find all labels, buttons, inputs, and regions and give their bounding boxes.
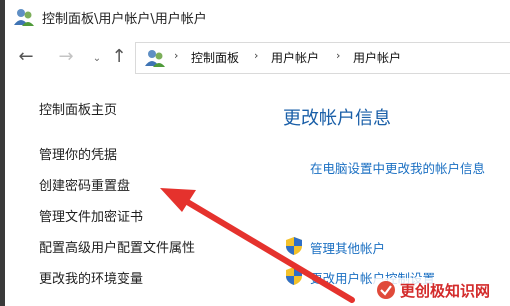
breadcrumb-user-accounts-current[interactable]: 用户帐户 xyxy=(353,49,401,66)
users-icon xyxy=(145,50,165,67)
breadcrumb-separator-icon[interactable]: › xyxy=(174,49,178,62)
page-title: 更改帐户信息 xyxy=(283,108,391,129)
users-icon xyxy=(14,9,34,26)
uac-shield-icon xyxy=(286,237,302,255)
watermark-text: 更创极知识网 xyxy=(400,282,491,300)
sidebar-item-manage-credentials[interactable]: 管理你的凭据 xyxy=(39,144,117,163)
breadcrumb-control-panel[interactable]: 控制面板 xyxy=(191,49,239,66)
up-arrow-icon[interactable]: ↑ xyxy=(108,46,130,68)
window-title: 控制面板\用户帐户\用户帐户 xyxy=(42,12,207,27)
forward-arrow-icon[interactable]: → xyxy=(55,46,77,68)
chevron-down-icon[interactable]: ⌄ xyxy=(86,48,108,70)
breadcrumb-separator-icon[interactable]: › xyxy=(254,49,258,62)
back-arrow-icon[interactable]: ← xyxy=(15,46,37,68)
address-bar[interactable]: › 控制面板 › 用户帐户 › 用户帐户 xyxy=(135,42,510,74)
watermark: 更创极知识网 xyxy=(373,278,507,302)
navigation-bar: ← → ⌄ ↑ › 控制面板 › 用户帐户 › 用户帐户 xyxy=(5,40,510,74)
sidebar-item-control-panel-home[interactable]: 控制面板主页 xyxy=(39,99,117,118)
breadcrumb-user-accounts[interactable]: 用户帐户 xyxy=(271,49,319,66)
breadcrumb-separator-icon[interactable]: › xyxy=(336,49,340,62)
manage-other-accounts-link[interactable]: 管理其他帐户 xyxy=(310,238,385,257)
sidebar-item-advanced-profile-properties[interactable]: 配置高级用户配置文件属性 xyxy=(39,237,195,256)
watermark-logo-icon xyxy=(377,281,395,299)
uac-shield-icon xyxy=(286,267,302,285)
title-bar: 控制面板\用户帐户\用户帐户 xyxy=(5,0,510,34)
sidebar-item-change-environment-variables[interactable]: 更改我的环境变量 xyxy=(39,268,143,287)
sidebar-item-create-password-reset-disk[interactable]: 创建密码重置盘 xyxy=(39,175,130,194)
change-account-in-pc-settings-link[interactable]: 在电脑设置中更改我的帐户信息 xyxy=(310,158,485,177)
sidebar-item-manage-file-encryption-certificates[interactable]: 管理文件加密证书 xyxy=(39,206,143,225)
